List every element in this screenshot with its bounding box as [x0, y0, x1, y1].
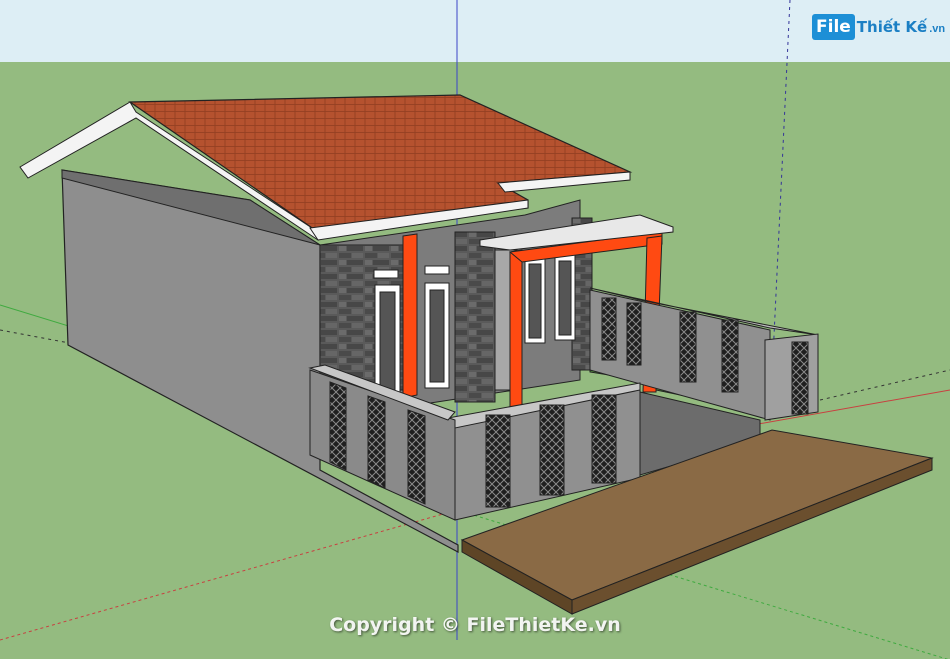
window-right-a-glass [528, 263, 542, 339]
lattice-front-3 [591, 394, 617, 484]
lattice-left-2 [367, 395, 386, 489]
lattice-left-1 [329, 381, 347, 471]
window-left-glass [379, 291, 396, 391]
lattice-right-3 [679, 311, 697, 383]
house-model-scene[interactable] [0, 0, 950, 659]
modeling-viewport[interactable]: File Thiết Kế .vn Copyright © FileThietK… [0, 0, 950, 659]
orange-column-left [402, 233, 418, 399]
logo-badge: File [812, 14, 855, 40]
window-right-b-glass [558, 260, 572, 336]
logo-tld: .vn [929, 23, 946, 35]
lattice-right-1 [601, 297, 617, 361]
lattice-left-3 [407, 409, 426, 505]
window-middle-glass [429, 289, 445, 383]
copyright-watermark: Copyright © FileThietKe.vn [329, 614, 621, 636]
sky-background [0, 0, 950, 62]
lattice-front-2 [539, 404, 565, 496]
lattice-right-2 [626, 302, 642, 366]
orange-column-porch-left [509, 249, 523, 413]
vent-middle [424, 265, 450, 275]
lattice-right-post [791, 341, 809, 415]
site-logo: File Thiết Kế .vn [812, 12, 945, 42]
vent-left [373, 269, 399, 279]
lattice-right-4 [721, 319, 739, 393]
stone-panel-middle [454, 231, 496, 403]
logo-name: Thiết Kế [856, 18, 928, 36]
lattice-front-1 [485, 414, 511, 508]
